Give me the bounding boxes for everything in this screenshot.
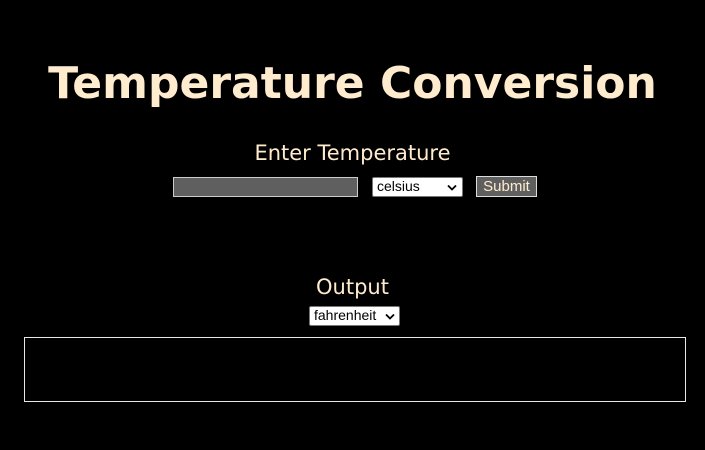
page-title: Temperature Conversion xyxy=(48,58,657,109)
from-unit-select[interactable]: celsius xyxy=(372,177,463,197)
temperature-converter-page: Temperature Conversion Enter Temperature… xyxy=(0,0,705,450)
to-unit-value: fahrenheit xyxy=(314,307,377,323)
enter-temperature-heading: Enter Temperature xyxy=(254,141,451,165)
chevron-down-icon xyxy=(446,178,458,196)
output-heading: Output xyxy=(316,275,389,299)
from-unit-value: celsius xyxy=(377,178,420,194)
chevron-down-icon xyxy=(384,307,396,325)
temperature-input[interactable] xyxy=(173,177,358,197)
to-unit-select[interactable]: fahrenheit xyxy=(309,306,400,326)
output-result-box xyxy=(24,337,686,402)
submit-button[interactable]: Submit xyxy=(476,176,537,197)
